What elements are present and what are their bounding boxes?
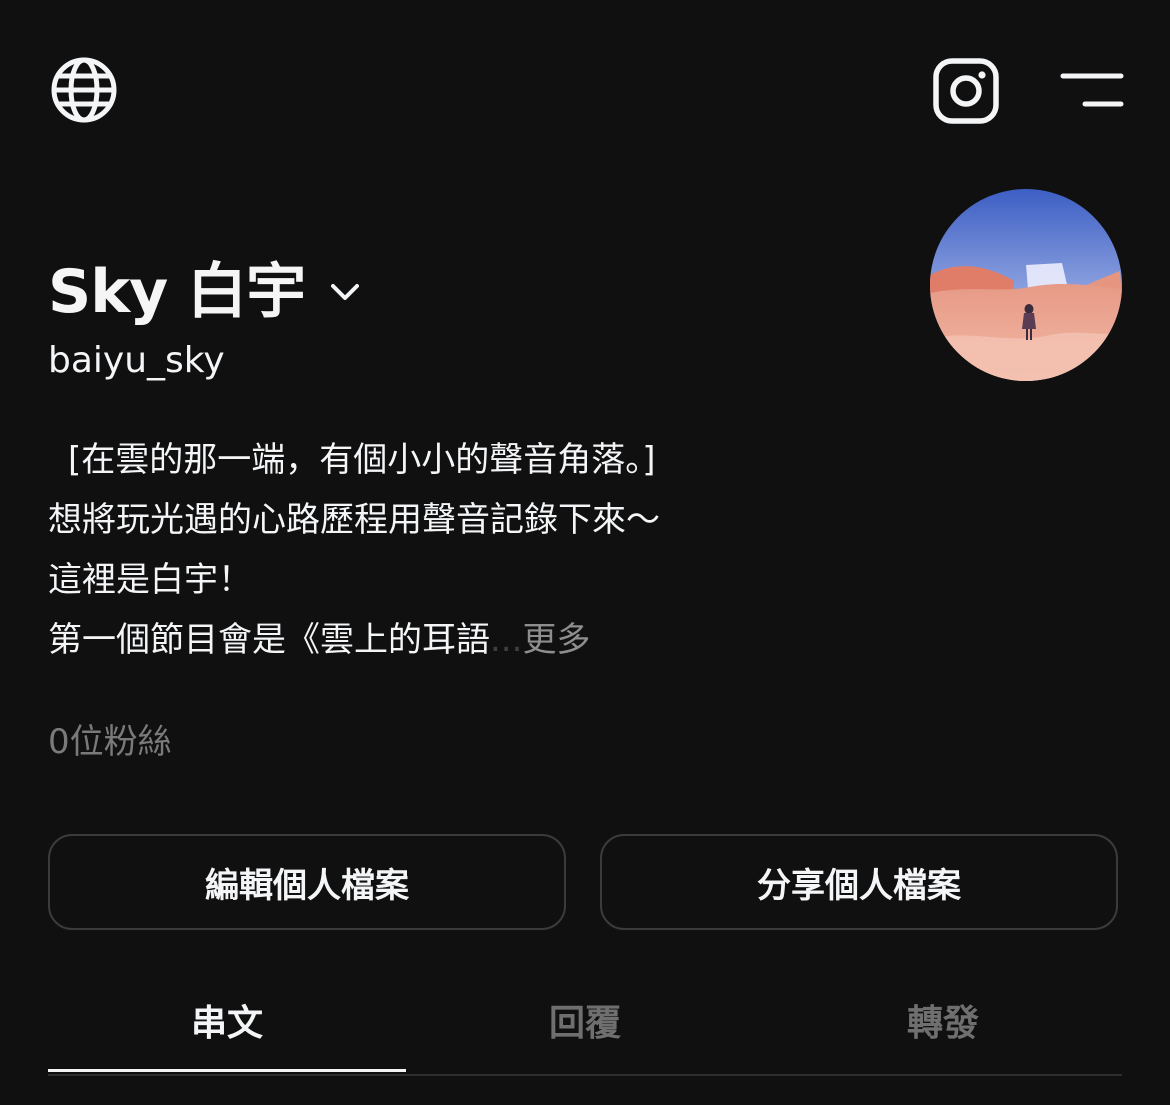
- profile-header: Sky 白宇 baiyu_sky: [48, 250, 908, 386]
- menu-icon[interactable]: [1058, 66, 1126, 114]
- profile-tabs: 串文 回覆 轉發: [48, 970, 1122, 1076]
- edit-profile-button[interactable]: 編輯個人檔案: [48, 834, 566, 930]
- bio-line-truncated: 第一個節目會是《雲上的耳語...更多: [48, 610, 1048, 670]
- username: baiyu_sky: [48, 340, 225, 381]
- bio-more-link[interactable]: 更多: [522, 620, 590, 660]
- avatar[interactable]: [930, 189, 1122, 381]
- share-profile-button[interactable]: 分享個人檔案: [600, 834, 1118, 930]
- tab-replies[interactable]: 回覆: [406, 970, 764, 1070]
- top-bar: [0, 0, 1170, 180]
- chevron-down-icon: [327, 274, 363, 310]
- bio-line: [在雲的那一端，有個小小的聲音角落。]: [68, 440, 656, 480]
- tab-reposts[interactable]: 轉發: [764, 970, 1122, 1070]
- instagram-icon[interactable]: [930, 56, 1002, 126]
- followers-count[interactable]: 0位粉絲: [48, 716, 172, 768]
- account-switcher[interactable]: Sky 白宇: [48, 250, 908, 334]
- bio: [在雲的那一端，有個小小的聲音角落。] 想將玩光遇的心路歷程用聲音記錄下來～ 這…: [48, 430, 1048, 670]
- globe-icon[interactable]: [48, 54, 120, 126]
- tab-threads[interactable]: 串文: [48, 970, 406, 1072]
- bio-line: 這裡是白宇！: [48, 560, 252, 600]
- bio-ellipsis: ...: [490, 620, 523, 660]
- bio-line: 第一個節目會是《雲上的耳語: [48, 620, 490, 660]
- bio-line: 想將玩光遇的心路歷程用聲音記錄下來～: [48, 500, 660, 540]
- display-name: Sky 白宇: [48, 257, 306, 327]
